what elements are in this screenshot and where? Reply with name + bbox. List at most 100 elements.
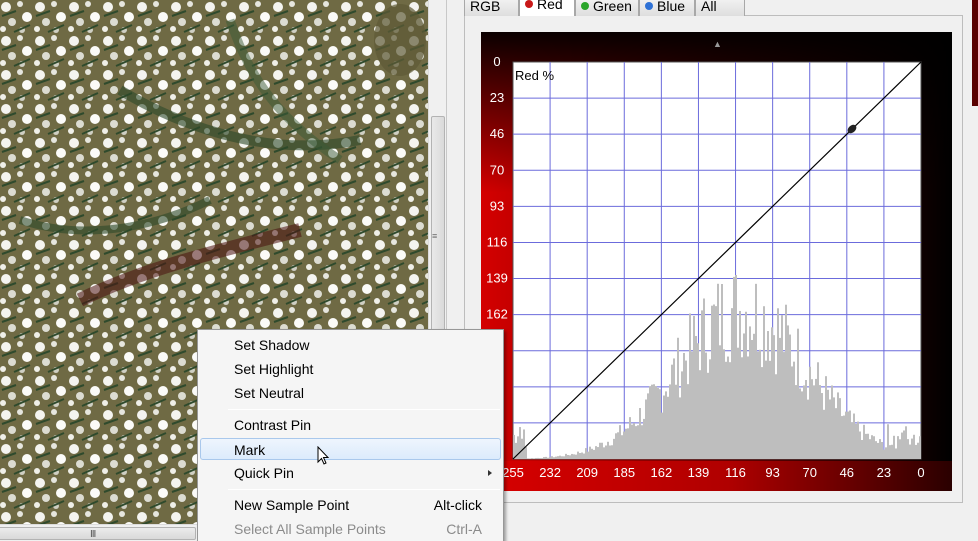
histogram-bar [745,311,747,459]
histogram-bar [575,454,577,459]
histogram-bar [663,395,665,459]
histogram-bar [621,435,623,459]
histogram-bar [831,385,833,459]
channel-label: Red % [515,68,554,83]
histogram-bar [551,456,553,459]
histogram-bar [659,389,661,459]
histogram-bar [801,391,803,459]
curves-graph[interactable]: Red % ▲ 0 23 46 70 93 116 139 162 255 232 209 185 1… [481,32,952,491]
histogram-bar [735,274,737,459]
histogram-bar [615,433,617,459]
y-tick-label: 23 [490,90,504,105]
menu-item-contrast-pin[interactable]: Contrast Pin [200,414,501,436]
histogram-bar [543,457,545,459]
x-tick-label: 139 [688,465,710,480]
histogram-bar [881,442,883,459]
histogram-bar [727,356,729,459]
histogram-bar [779,337,781,459]
histogram-bar [563,456,565,459]
menu-item-select-all-sample-points[interactable]: Select All Sample Points Ctrl-A [200,518,501,540]
menu-item-label: Set Neutral [234,385,305,401]
histogram-bar [901,432,903,459]
histogram-bar [863,424,865,459]
histogram-bar [619,425,621,459]
menu-item-label: New Sample Point [234,497,350,513]
histogram-bar [705,352,707,459]
tab-green[interactable]: Green [575,0,639,16]
histogram-bar [867,433,869,459]
histogram-bar [525,447,527,459]
histogram-bar [691,351,693,459]
histogram-bar [545,456,547,459]
histogram-bar [847,411,849,459]
histogram-bar [825,376,827,459]
histogram-bar [755,283,757,459]
menu-item-label: Contrast Pin [234,417,312,433]
tab-label: RGB [470,0,501,14]
histogram-bar [635,426,637,459]
histogram-bar [703,298,705,459]
histogram-bar [869,439,871,459]
histogram-bar [589,446,591,459]
histogram-bar [843,415,845,459]
histogram-bar [553,457,555,459]
menu-item-set-neutral[interactable]: Set Neutral [200,382,501,404]
histogram-bar [657,387,659,459]
tab-red[interactable]: Red [519,0,575,16]
menu-item-label: Mark [234,442,266,458]
histogram-bar [665,391,667,459]
histogram-bar [875,441,877,459]
histogram-bar [911,438,913,459]
tab-all[interactable]: All [695,0,745,16]
menu-item-new-sample-point[interactable]: New Sample Point Alt-click [200,494,501,516]
histogram-bar [837,392,839,459]
histogram-bar [647,393,649,459]
menu-separator [228,489,500,490]
histogram-bar [753,333,755,459]
histogram-bar [827,389,829,459]
histogram-bar [777,308,779,459]
menu-item-set-shadow[interactable]: Set Shadow [200,334,501,356]
histogram-bar [611,445,613,459]
histogram-bar [533,458,535,459]
red-channel-icon [525,0,533,8]
tab-rgb[interactable]: RGB [464,0,519,16]
blue-channel-icon [645,2,653,10]
histogram-bar [677,337,679,459]
menu-item-set-highlight[interactable]: Set Highlight [200,358,501,380]
histogram-bar [747,356,749,459]
histogram-bar [715,306,717,459]
histogram-bar [851,422,853,459]
histogram-bar [895,448,897,459]
histogram-bar [795,385,797,459]
histogram-bar [889,445,891,459]
histogram-bar [739,310,741,459]
horizontal-scroll-thumb[interactable]: III [0,527,196,540]
histogram-bar [733,276,735,459]
histogram-bar [667,396,669,459]
histogram-bar [907,439,909,459]
histogram-bar [873,436,875,459]
tab-blue[interactable]: Blue [639,0,695,16]
histogram-bar [773,335,775,459]
histogram-bar [693,315,695,459]
histogram-bar [607,441,609,459]
y-tick-label: 93 [490,198,504,213]
histogram-bar [685,360,687,459]
histogram-bar [815,378,817,459]
histogram-bar [571,453,573,459]
x-tick-label: 185 [613,465,635,480]
top-arrow-icon: ▲ [713,39,722,49]
histogram-bar [599,442,601,459]
histogram-bar [723,349,725,459]
histogram-bar [813,385,815,459]
menu-item-quick-pin[interactable]: Quick Pin [200,462,501,484]
panel-edge [972,0,978,106]
menu-item-shortcut: Ctrl-A [446,521,482,537]
histogram-bar [675,384,677,459]
histogram-bar [569,455,571,459]
menu-item-mark[interactable]: Mark [200,438,501,460]
histogram-bar [861,439,863,459]
histogram-bar [903,430,905,459]
histogram-bar [633,423,635,459]
